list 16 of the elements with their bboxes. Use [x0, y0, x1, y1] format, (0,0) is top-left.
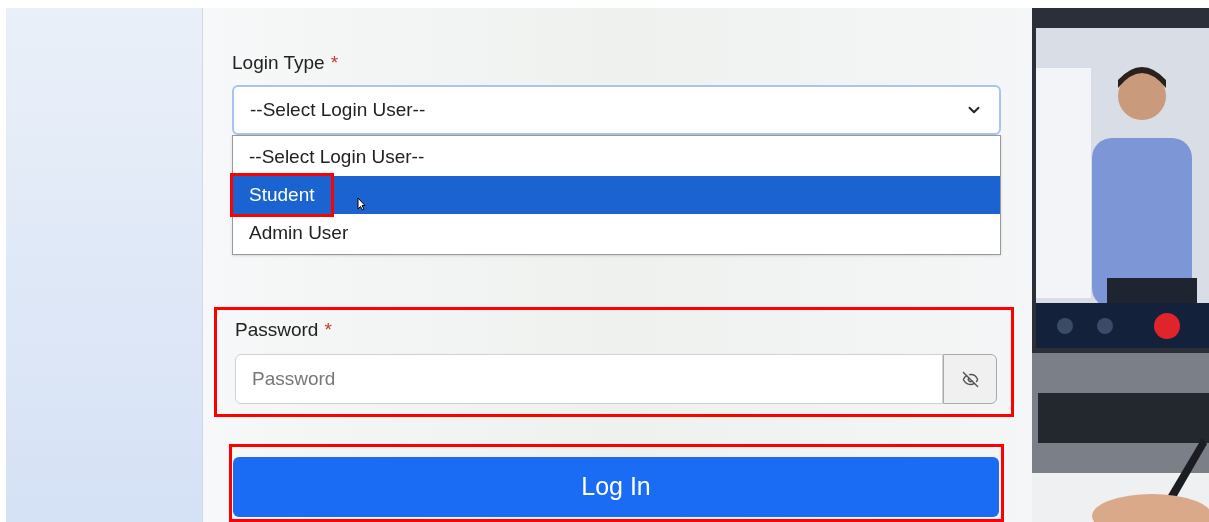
dropdown-option[interactable]: Student	[233, 176, 1000, 214]
login-type-select[interactable]: --Select Login User--	[232, 85, 1001, 135]
required-mark: *	[324, 317, 332, 342]
login-button[interactable]: Log In	[233, 457, 999, 517]
option-text: Student	[233, 176, 331, 214]
dropdown-option[interactable]: --Select Login User--	[233, 138, 1000, 176]
required-mark: *	[330, 50, 339, 75]
password-field[interactable]: Password	[235, 354, 943, 404]
toggle-visibility-button[interactable]	[943, 354, 997, 404]
eye-slash-icon	[961, 370, 979, 388]
login-type-label: Login Type	[232, 50, 325, 75]
option-text: --Select Login User--	[248, 144, 426, 169]
password-label: Password	[235, 317, 319, 342]
dropdown-option[interactable]: Admin User	[233, 214, 1000, 252]
option-text: Admin User	[248, 220, 350, 245]
mouse-pointer-icon	[357, 197, 366, 211]
